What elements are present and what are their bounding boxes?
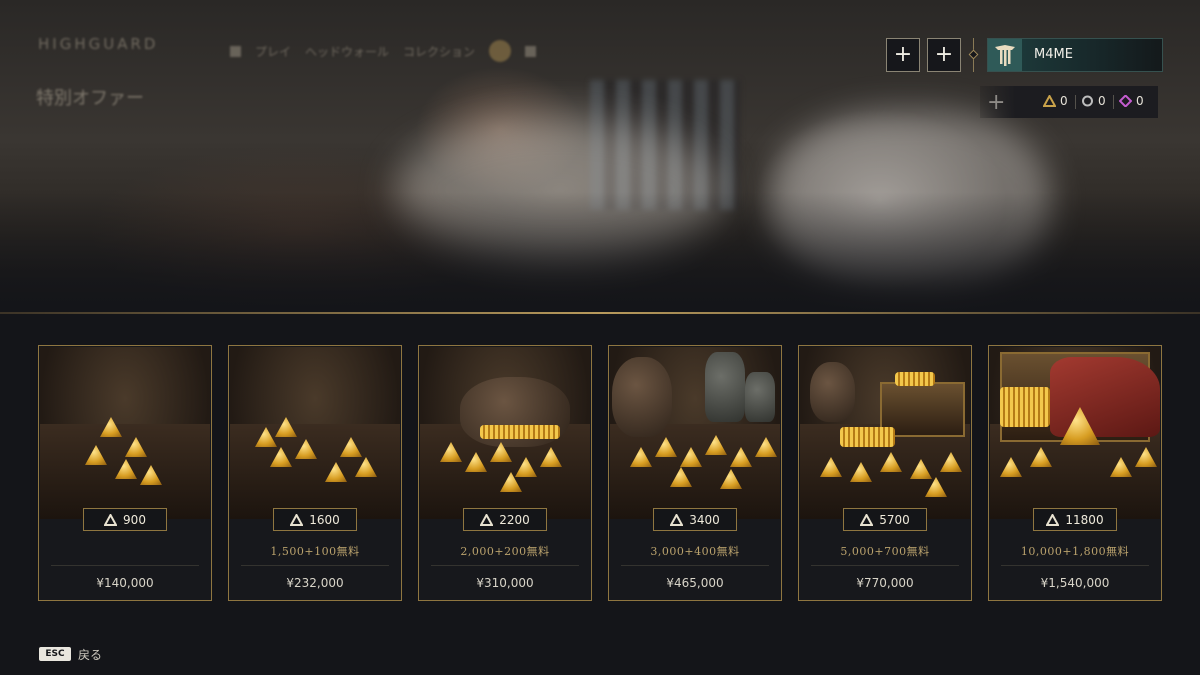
currency-separator [1113,95,1114,109]
top-navigation: プレイ ヘッドウォール コレクション [230,40,537,62]
offer-price: ¥232,000 [286,576,344,590]
crystal-currency-icon [670,513,684,526]
currency-separator [1075,95,1076,109]
coin-amount-badge: 1600 [273,508,357,531]
plus-icon: + [893,42,913,67]
offer-image [40,347,210,519]
offer-card-5700[interactable]: 5700 5,000+700無料 ¥770,000 [798,345,972,601]
offer-image [990,347,1160,519]
coin-amount: 1600 [309,512,340,527]
offer-image [230,347,400,519]
offer-card-2200[interactable]: 2200 2,000+200無料 ¥310,000 [418,345,592,601]
offer-price: ¥140,000 [96,576,154,590]
coin-amount-badge: 2200 [463,508,547,531]
offer-image [800,347,970,519]
player-profile[interactable]: M4ME [987,38,1163,72]
coin-amount-badge: 5700 [843,508,927,531]
silver-currency-icon [1082,95,1093,107]
bonus-text: 3,000+400無料 [650,545,740,558]
card-divider [241,565,389,566]
offer-price: ¥1,540,000 [1040,576,1110,590]
gem-currency-icon [1119,95,1132,107]
nav-bumper-right-icon [525,45,537,57]
offer-card-3400[interactable]: 3400 3,000+400無料 ¥465,000 [608,345,782,601]
plus-icon: + [934,42,954,67]
currency-crystal-value: 0 [1060,94,1068,108]
game-logo: HIGHGUARD [38,35,159,53]
hero-fade [0,192,1200,312]
currency-silver-value: 0 [1098,94,1106,108]
offer-card-11800[interactable]: 11800 10,000+1,800無料 ¥1,540,000 [988,345,1162,601]
crystal-currency-icon [1046,513,1060,526]
card-divider [431,565,579,566]
add-party-button[interactable]: + [927,38,961,72]
currency-silver: 0 [1081,94,1106,108]
back-button-label[interactable]: 戻る [78,646,102,663]
hero-divider [0,312,1200,314]
add-currency-button[interactable]: + [987,90,1005,115]
card-divider [1001,565,1149,566]
avatar [988,39,1022,71]
coin-amount: 5700 [879,512,910,527]
coin-amount: 2200 [499,512,530,527]
crystal-currency-icon [480,513,494,526]
nav-item-collection[interactable]: コレクション [403,43,475,60]
offer-price: ¥770,000 [856,576,914,590]
nav-store-icon[interactable] [489,40,512,62]
card-divider [621,565,769,566]
currency-crystal: 0 [1043,94,1068,108]
crystal-currency-icon [860,513,874,526]
coin-amount: 11800 [1065,512,1104,527]
offer-image [420,347,590,519]
coin-amount-badge: 11800 [1033,508,1117,531]
nav-item-play[interactable]: プレイ [255,43,291,60]
offer-card-1600[interactable]: 1600 1,500+100無料 ¥232,000 [228,345,402,601]
offer-price: ¥465,000 [666,576,724,590]
page-title: 特別オファー [36,88,144,109]
coin-amount-badge: 900 [83,508,167,531]
offer-image [610,347,780,519]
offer-card-900[interactable]: 900 ¥140,000 [38,345,212,601]
bonus-text: 2,000+200無料 [460,545,550,558]
bonus-text: 5,000+700無料 [840,545,930,558]
currency-gem: 0 [1119,94,1144,108]
bonus-text: 1,500+100無料 [270,545,360,558]
crystal-currency-icon [1043,95,1056,107]
coin-amount: 3400 [689,512,720,527]
coin-amount-badge: 3400 [653,508,737,531]
esc-key-icon[interactable]: ESC [39,647,71,661]
crystal-currency-icon [104,513,118,526]
crest-icon [995,45,1015,66]
currency-gem-value: 0 [1136,94,1144,108]
bonus-text: 10,000+1,800無料 [1020,545,1130,558]
offer-price: ¥310,000 [476,576,534,590]
crystal-currency-icon [290,513,304,526]
nav-bumper-icon [230,45,241,57]
card-divider [811,565,959,566]
username: M4ME [1034,47,1073,62]
coin-amount: 900 [123,512,146,527]
nav-item-headwall[interactable]: ヘッドウォール [305,43,389,60]
add-friend-button[interactable]: + [886,38,920,72]
card-divider [51,565,199,566]
